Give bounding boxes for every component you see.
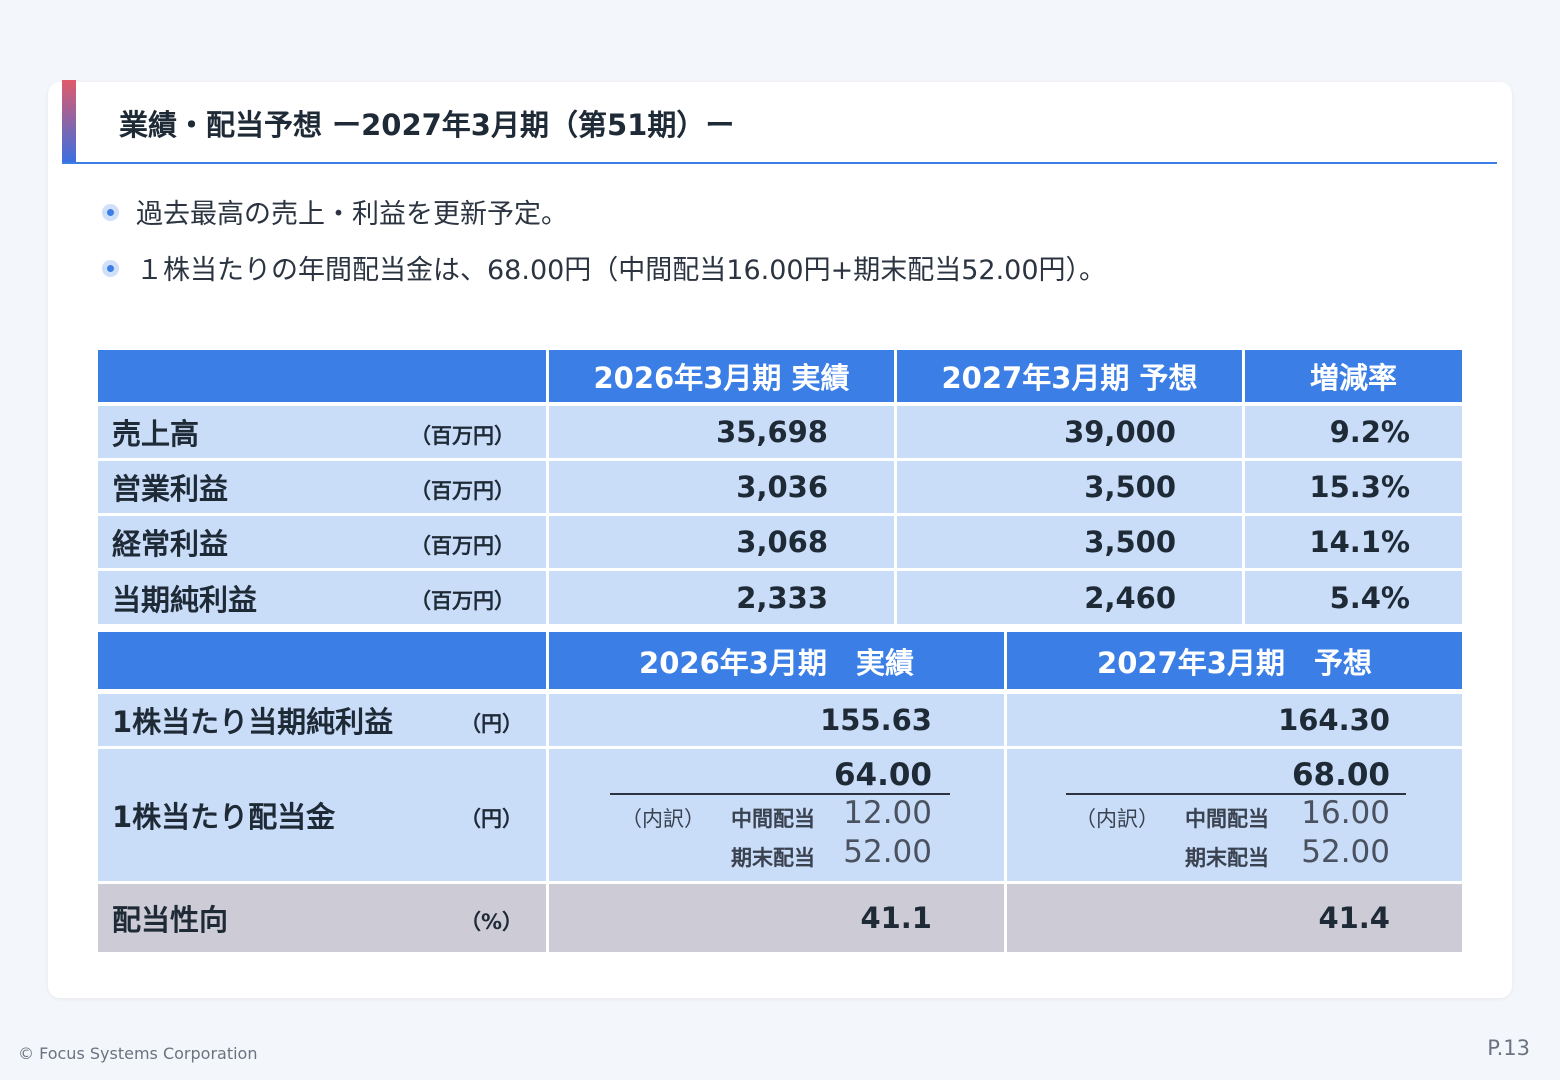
forecast-value: 2,460	[897, 571, 1242, 624]
row-label-text: 営業利益	[112, 472, 229, 506]
change-value: 5.4%	[1245, 571, 1462, 624]
table-header-actual: 2026年3月期 実績	[549, 632, 1004, 689]
row-unit: （%）	[460, 910, 524, 934]
title-bar: 業績・配当予想 ー2027年3月期（第51期）ー	[62, 80, 1497, 164]
change-value: 9.2%	[1245, 406, 1462, 458]
forecast-value: 3,500	[897, 516, 1242, 568]
payout-actual: 41.1	[549, 884, 1004, 952]
row-label-text: 当期純利益	[112, 582, 258, 617]
eps-forecast: 164.30	[1007, 694, 1462, 746]
row-unit: （円）	[460, 807, 523, 831]
copyright: © Focus Systems Corporation	[18, 1044, 258, 1063]
actual-value: 35,698	[549, 406, 894, 458]
forecast-value: 39,000	[897, 406, 1242, 458]
eps-actual: 155.63	[549, 694, 1004, 746]
row-unit: （円）	[460, 712, 523, 736]
interim-label: 中間配当	[1185, 807, 1269, 831]
final-value: 52.00	[1301, 834, 1390, 870]
bullet-icon	[102, 260, 119, 277]
final-label: 期末配当	[1185, 846, 1269, 870]
table-header-forecast: 2027年3月期 予想	[1007, 632, 1462, 689]
page-title: 業績・配当予想 ー2027年3月期（第51期）ー	[119, 108, 735, 142]
final-label: 期末配当	[731, 846, 815, 870]
interim-value: 12.00	[843, 795, 932, 831]
payout-forecast: 41.4	[1007, 884, 1462, 952]
row-label-text: 配当性向	[112, 903, 229, 937]
bullet-text: 過去最高の売上・利益を更新予定。	[136, 199, 568, 230]
table-header-change: 増減率	[1245, 350, 1462, 402]
bullet-icon	[102, 204, 119, 221]
row-label-text: 売上高	[112, 417, 200, 451]
table-row-label: 売上高 （百万円）	[98, 406, 546, 458]
forecast-value: 3,500	[897, 461, 1242, 513]
change-value: 15.3%	[1245, 461, 1462, 513]
bullet-text: １株当たりの年間配当金は、68.00円（中間配当16.00円+期末配当52.00…	[136, 255, 1107, 286]
row-unit: （百万円）	[410, 534, 515, 558]
final-value: 52.00	[843, 834, 932, 870]
dividend-total-value: 68.00	[1291, 757, 1390, 793]
dividend-actual-cell: 64.00 （内訳） 中間配当 12.00 期末配当 52.00	[549, 749, 1004, 881]
dividend-label: 1株当たり配当金 （円）	[98, 749, 546, 881]
row-unit: （百万円）	[410, 589, 515, 613]
page-number: P.13	[1487, 1036, 1530, 1060]
title-accent-bar	[62, 80, 76, 162]
row-label-text: 経常利益	[112, 527, 229, 561]
table-header-forecast: 2027年3月期 予想	[897, 350, 1242, 402]
dividend-total-value: 64.00	[833, 757, 932, 793]
actual-value: 3,068	[549, 516, 894, 568]
table-row-label: 営業利益 （百万円）	[98, 461, 546, 513]
row-label-text: 1株当たり配当金	[112, 800, 336, 834]
breakdown-label: （内訳）	[1075, 807, 1159, 831]
row-unit: （百万円）	[410, 479, 515, 503]
row-label-text: 1株当たり当期純利益	[112, 705, 394, 739]
table-header-empty	[98, 632, 546, 689]
breakdown-label: （内訳）	[621, 807, 705, 831]
eps-label: 1株当たり当期純利益 （円）	[98, 694, 546, 746]
row-unit: （百万円）	[410, 424, 515, 448]
table-row-label: 当期純利益 （百万円）	[98, 571, 546, 624]
actual-value: 3,036	[549, 461, 894, 513]
interim-label: 中間配当	[731, 807, 815, 831]
payout-label: 配当性向 （%）	[98, 884, 546, 952]
actual-value: 2,333	[549, 571, 894, 624]
table-row-label: 経常利益 （百万円）	[98, 516, 546, 568]
change-value: 14.1%	[1245, 516, 1462, 568]
table-header-empty	[98, 350, 546, 402]
table-header-actual: 2026年3月期 実績	[549, 350, 894, 402]
dividend-forecast-cell: 68.00 （内訳） 中間配当 16.00 期末配当 52.00	[1007, 749, 1462, 881]
interim-value: 16.00	[1301, 795, 1390, 831]
